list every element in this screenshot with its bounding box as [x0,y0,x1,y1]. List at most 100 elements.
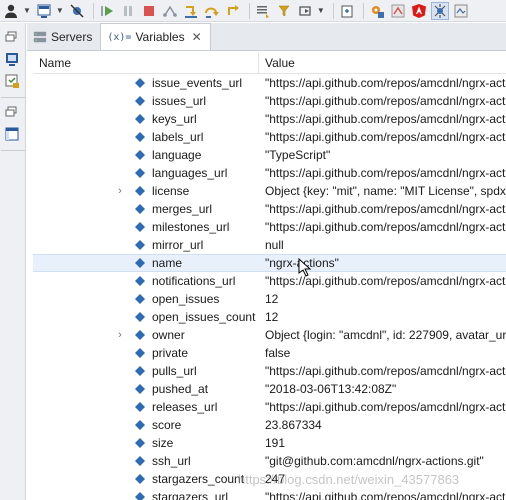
variable-name-cell: language [33,146,259,164]
variable-name: ssh_url [152,454,191,468]
variable-value: 191 [265,436,286,450]
table-row[interactable]: pushed_at "2018-03-06T13:42:08Z" [33,380,506,398]
field-icon [135,78,145,88]
restore-icon[interactable] [1,27,23,47]
table-row[interactable]: issue_events_url "https://api.github.com/… [33,74,506,92]
variable-value: Object {key: "mit", name: "MIT License",… [265,184,506,198]
field-icon [135,258,145,268]
tab-variables[interactable]: (x)= Variables ✕ [100,23,211,50]
skip-breakpoints-icon[interactable] [68,2,86,20]
table-row[interactable]: releases_url "https://api.github.com/repo… [33,398,506,416]
chevron-down-icon[interactable]: ▼ [317,6,325,15]
table-row[interactable]: milestones_url "https://api.github.com/re… [33,218,506,236]
tab-servers[interactable]: Servers [27,24,100,50]
field-icon [135,312,145,322]
new-item-icon[interactable] [338,2,356,20]
run-config-icon[interactable] [368,2,386,20]
table-row[interactable]: private false [33,344,506,362]
terminate-icon[interactable] [140,2,158,20]
watermark: https://blog.csdn.net/weixin_43577863 [238,472,460,487]
field-icon [135,294,145,304]
table-row[interactable]: language "TypeScript" [33,146,506,164]
variable-name-cell: keys_url [33,110,259,128]
table-row[interactable]: ssh_url "git@github.com:amcdnl/ngrx-actio… [33,452,506,470]
variables-table: Name Value issue_events_url "https://api.… [33,53,506,500]
variable-name: issue_events_url [152,76,243,90]
field-icon [135,456,145,466]
variable-value: 23.867334 [265,418,322,432]
variables-icon: (x)= [107,31,132,43]
table-body: issue_events_url "https://api.github.com/… [33,74,506,500]
field-icon [135,96,145,106]
console-icon[interactable] [35,2,53,20]
expand-chevron-icon[interactable]: › [115,184,125,198]
step-over-icon[interactable] [203,2,221,20]
variable-name-cell: stargazers_count [33,470,259,488]
variable-name: pulls_url [152,364,197,378]
field-icon [135,330,145,340]
variable-name-cell: › owner [33,326,259,344]
column-header-value[interactable]: Value [259,53,506,74]
table-row[interactable]: notifications_url "https://api.github.com… [33,272,506,290]
column-header-name[interactable]: Name [33,53,259,74]
variable-name-cell: size [33,434,259,452]
variable-name-cell: labels_url [33,128,259,146]
trim-group-bottom [1,102,25,151]
variable-value: "https://api.github.com/repos/amcdnl/ngr… [265,220,506,234]
table-row[interactable]: name "ngrx-actions" [33,254,506,272]
git-icon[interactable] [389,2,407,20]
table-row[interactable]: size 191 [33,434,506,452]
drop-to-frame-icon[interactable] [254,2,272,20]
chevron-down-icon[interactable]: ▼ [56,6,64,15]
table-row[interactable]: stargazers_url "https://api.github.com/re… [33,488,506,500]
variable-name-cell: open_issues [33,290,259,308]
table-row[interactable]: languages_url "https://api.github.com/rep… [33,164,506,182]
servers-view-icon[interactable] [1,49,23,69]
table-row[interactable]: open_issues_count 12 [33,308,506,326]
step-return-icon[interactable] [224,2,242,20]
disconnect-icon[interactable] [161,2,179,20]
variable-name-cell: languages_url [33,164,259,182]
close-icon[interactable]: ✕ [192,30,202,44]
trim-group-top [1,27,25,98]
table-row[interactable]: score 23.867334 [33,416,506,434]
resume-icon[interactable] [98,2,116,20]
variable-name-cell: ssh_url [33,452,259,470]
expand-chevron-icon[interactable]: › [115,328,125,342]
step-into-icon[interactable] [182,2,200,20]
table-row[interactable]: merges_url "https://api.github.com/repos/… [33,200,506,218]
variable-value: "https://api.github.com/repos/amcdnl/ngr… [265,400,506,414]
link-with-editor-icon[interactable] [296,2,314,20]
profile-icon[interactable] [2,2,20,20]
variable-name: name [152,256,183,270]
variable-value: Object {login: "amcdnl", id: 227909, ava… [265,328,506,342]
use-step-filters-icon[interactable] [275,2,293,20]
debug-perspective-icon[interactable] [430,1,449,20]
variable-name: issues_url [152,94,207,108]
variable-name-cell: merges_url [33,200,259,218]
suspend-icon[interactable] [119,2,137,20]
table-row[interactable]: › license Object {key: "mit", name: "MIT L… [33,182,506,200]
field-icon [135,204,145,214]
table-row[interactable]: › owner Object {login: "amcdnl", id: 22790… [33,326,506,344]
variable-name: milestones_url [152,220,230,234]
table-row[interactable]: pulls_url "https://api.github.com/repos/a… [33,362,506,380]
javascript-perspective-icon[interactable] [452,2,470,20]
table-row[interactable]: issues_url "https://api.github.com/repos/… [33,92,506,110]
variable-name-cell: open_issues_count [33,308,259,326]
variable-name: pushed_at [152,382,209,396]
chevron-down-icon[interactable]: ▼ [23,6,31,15]
table-row[interactable]: labels_url "https://api.github.com/repos/… [33,128,506,146]
angular-icon[interactable] [410,2,428,20]
table-row[interactable]: mirror_url null [33,236,506,254]
outline-view-icon[interactable] [1,124,23,144]
table-row[interactable]: open_issues 12 [33,290,506,308]
variable-name: keys_url [152,112,197,126]
variable-name: labels_url [152,130,204,144]
variable-name-cell: mirror_url [33,236,259,254]
restore-icon[interactable] [1,102,23,122]
table-row[interactable]: keys_url "https://api.github.com/repos/am… [33,110,506,128]
variable-name: merges_url [152,202,213,216]
expressions-view-icon[interactable] [1,71,23,91]
variable-name: languages_url [152,166,228,180]
